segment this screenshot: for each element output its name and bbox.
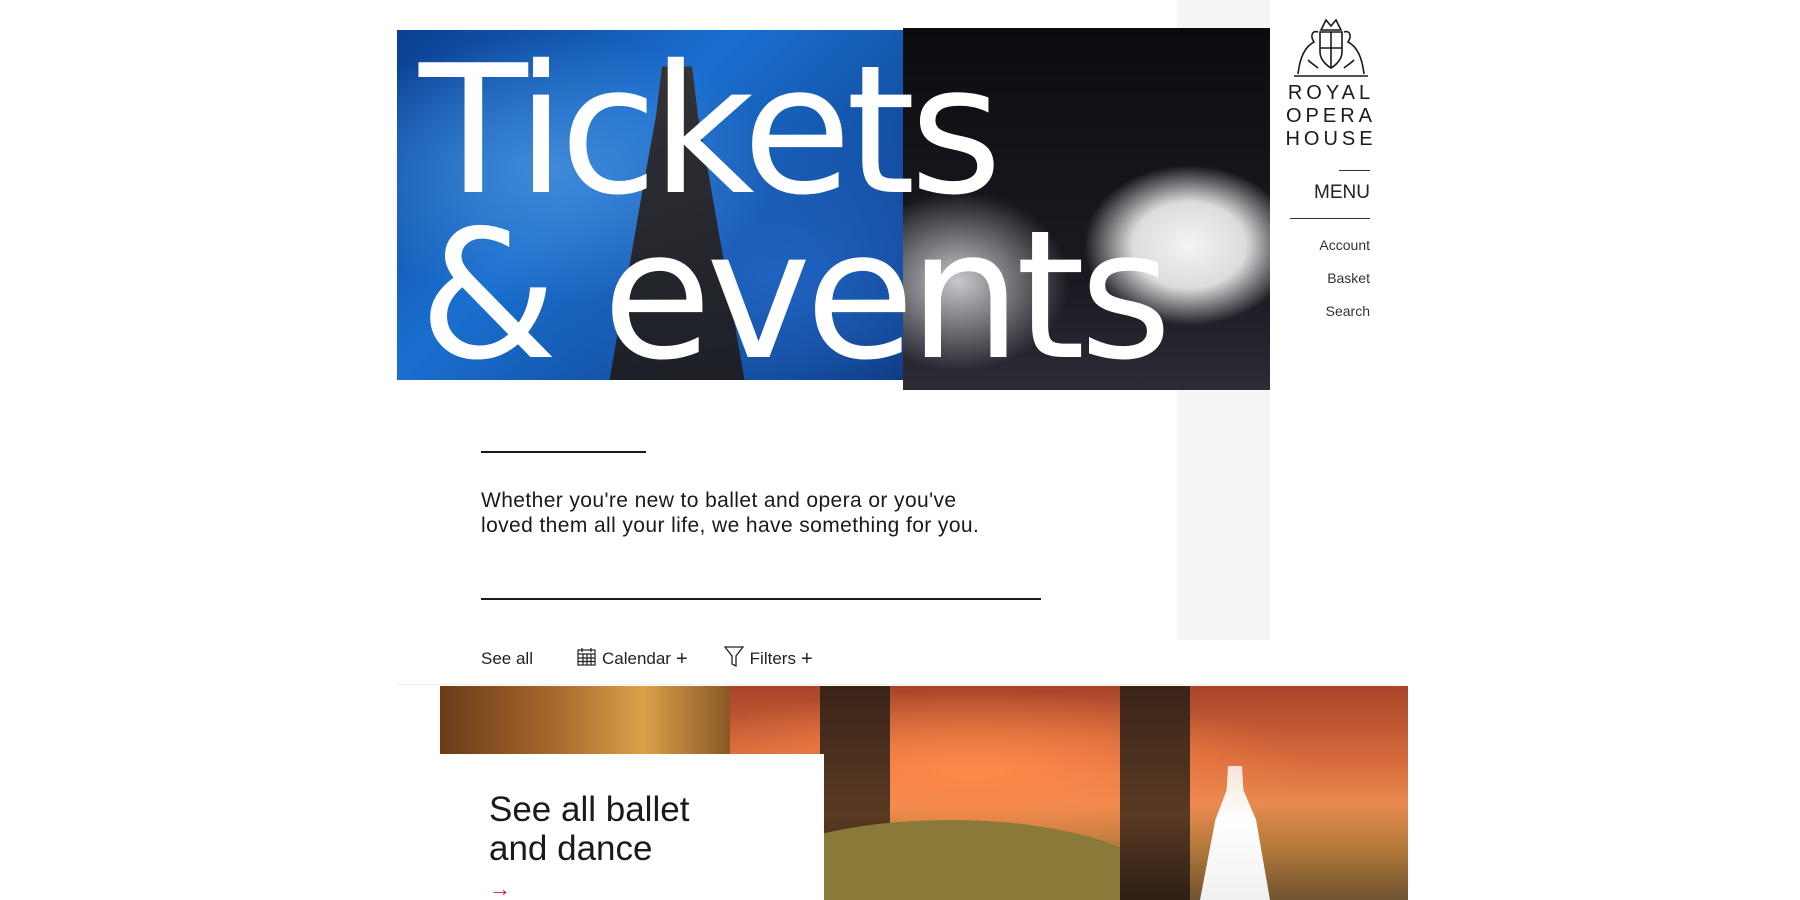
filters-label: Filters	[749, 649, 796, 668]
hero-banner: Tickets & events	[397, 28, 1270, 390]
basket-link[interactable]: Basket	[1327, 270, 1370, 286]
plus-icon: +	[800, 648, 813, 670]
see-all-label: See all	[481, 649, 533, 668]
intro-text: Whether you're new to ballet and opera o…	[481, 489, 980, 537]
crest-icon	[1288, 16, 1374, 78]
see-all-button[interactable]: See all	[481, 649, 533, 669]
search-link[interactable]: Search	[1326, 303, 1370, 319]
divider	[481, 598, 1041, 600]
calendar-icon	[577, 647, 596, 671]
filter-bar: See all Calendar + Filters +	[481, 645, 813, 673]
feature-image-pillar	[1120, 686, 1190, 900]
divider	[397, 684, 1397, 685]
page-title-line-1: Tickets	[419, 28, 1002, 234]
royal-opera-house-logo[interactable]: ROYAL OPERA HOUSE	[1284, 16, 1378, 151]
menu-button[interactable]: MENU	[1300, 182, 1370, 204]
divider	[1290, 218, 1370, 219]
filter-icon	[723, 645, 745, 673]
feature-text-panel: See all ballet and dance →	[440, 754, 824, 900]
arrow-right-icon[interactable]: →	[489, 876, 511, 900]
divider	[481, 451, 646, 453]
divider	[1339, 170, 1370, 171]
account-link[interactable]: Account	[1319, 237, 1370, 253]
calendar-label: Calendar	[601, 649, 671, 668]
plus-icon: +	[675, 648, 688, 670]
ballet-feature-card[interactable]: See all ballet and dance →	[440, 686, 1408, 900]
logo-line-3: HOUSE	[1285, 128, 1377, 150]
filters-button[interactable]: Filters +	[723, 645, 813, 673]
page-title: Tickets & events	[419, 28, 1172, 390]
calendar-button[interactable]: Calendar +	[577, 647, 688, 671]
feature-image-dancer	[1200, 766, 1270, 900]
feature-title-link[interactable]: See all ballet and dance	[489, 790, 749, 868]
logo-line-1: ROYAL	[1287, 82, 1375, 104]
page-title-line-2: & events	[419, 192, 1172, 390]
feature-title: See all ballet and dance	[489, 790, 690, 868]
logo-line-2: OPERA	[1285, 105, 1377, 127]
